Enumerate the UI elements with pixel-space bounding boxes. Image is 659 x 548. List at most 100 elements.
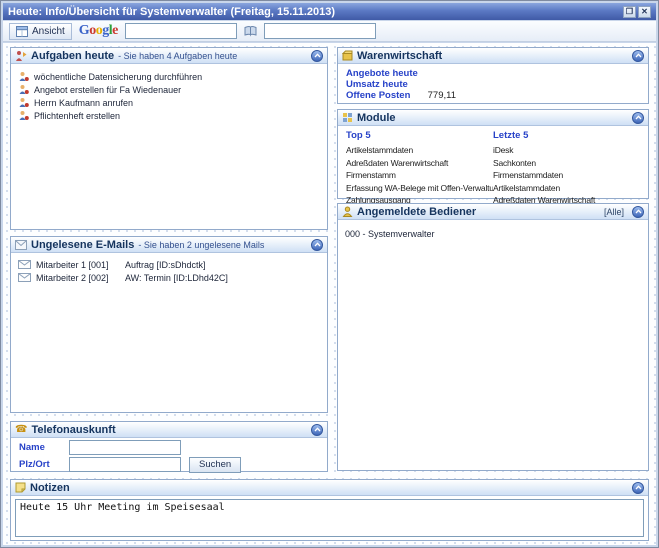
collapse-button[interactable]: [632, 482, 644, 494]
waren-link[interactable]: Offene Posten: [346, 90, 410, 101]
panel-title: Aufgaben heute: [31, 50, 114, 62]
task-label: Angebot erstellen für Fa Wiedenauer: [34, 85, 181, 95]
user-icon: [342, 206, 353, 217]
panel-module: Module Top 5 Letzte 5 Artikelstammdaten …: [337, 109, 649, 199]
close-button[interactable]: ✕: [638, 6, 651, 18]
task-label: Herrn Kaufmann anrufen: [34, 98, 133, 108]
letzte5-header: Letzte 5: [493, 130, 528, 141]
email-subject: Auftrag [ID:sDhdctk]: [125, 260, 206, 270]
email-sender: Mitarbeiter 1 [001]: [36, 260, 120, 270]
panel-title: Notizen: [30, 482, 70, 494]
plz-input[interactable]: [69, 457, 181, 472]
task-item[interactable]: Herrn Kaufmann anrufen: [11, 96, 327, 109]
panel-emails: Ungelesene E-Mails - Sie haben 2 ungeles…: [10, 236, 328, 413]
suchen-button[interactable]: Suchen: [189, 457, 241, 473]
title-bar: Heute: Info/Übersicht für Systemverwalte…: [3, 3, 656, 20]
toolbar: Ansicht Google: [3, 21, 656, 42]
chevron-up-icon: [314, 427, 321, 432]
waren-list: Angebote heute Umsatz heute Offene Poste…: [338, 64, 648, 101]
panel-telefon-header: ☎ Telefonauskunft: [11, 422, 327, 438]
waren-link[interactable]: Angebote heute: [346, 68, 418, 79]
chevron-up-icon: [314, 53, 321, 58]
panel-waren-header: Warenwirtschaft: [338, 48, 648, 64]
task-label: Pflichtenheft erstellen: [34, 111, 120, 121]
panel-title: Ungelesene E-Mails: [31, 239, 134, 251]
panel-aufgaben: Aufgaben heute - Sie haben 4 Aufgaben he…: [10, 47, 328, 230]
bediener-label: 000 - Systemverwalter: [345, 229, 435, 239]
google-logo: Google: [79, 23, 118, 39]
collapse-button[interactable]: [311, 239, 323, 251]
modules-icon: [342, 112, 353, 123]
notizen-textarea[interactable]: Heute 15 Uhr Meeting im Speisesaal: [15, 499, 644, 537]
collapse-button[interactable]: [311, 50, 323, 62]
panel-notizen-header: Notizen: [11, 480, 648, 496]
secondary-search-input[interactable]: [264, 23, 376, 39]
module-last-item[interactable]: Artikelstammdaten: [493, 183, 560, 196]
chevron-up-icon: [635, 485, 642, 490]
task-item[interactable]: Angebot erstellen für Fa Wiedenauer: [11, 83, 327, 96]
module-row: Erfassung WA-Belege mit Offen-Verwaltung…: [346, 183, 644, 196]
bediener-list: 000 - Systemverwalter: [338, 220, 648, 240]
collapse-button[interactable]: [311, 424, 323, 436]
waren-item: Umsatz heute: [346, 79, 640, 90]
chevron-up-icon: [635, 53, 642, 58]
task-item[interactable]: wöchentliche Datensicherung durchführen: [11, 70, 327, 83]
panel-emails-header: Ungelesene E-Mails - Sie haben 2 ungeles…: [11, 237, 327, 253]
waren-value: 779,11: [406, 90, 456, 101]
goods-icon: [342, 50, 353, 61]
email-sender: Mitarbeiter 2 [002]: [36, 273, 120, 283]
collapse-button[interactable]: [632, 112, 644, 124]
task-item[interactable]: Pflichtenheft erstellen: [11, 109, 327, 122]
view-icon: [16, 26, 28, 37]
email-list: Mitarbeiter 1 [001] Auftrag [ID:sDhdctk]…: [11, 253, 327, 284]
email-item[interactable]: Mitarbeiter 2 [002] AW: Termin [ID:LDhd4…: [11, 271, 327, 284]
dashboard: Aufgaben heute - Sie haben 4 Aufgaben he…: [3, 43, 656, 545]
panel-title: Warenwirtschaft: [357, 50, 442, 62]
module-last-item[interactable]: Firmenstammdaten: [493, 170, 563, 183]
restore-button[interactable]: ❐: [623, 6, 636, 18]
chevron-up-icon: [635, 115, 642, 120]
name-input[interactable]: [69, 440, 181, 455]
panel-subtitle: - Sie haben 2 ungelesene Mails: [138, 239, 264, 250]
module-row: Adreßdaten Warenwirtschaft Sachkonten: [346, 158, 644, 171]
collapse-button[interactable]: [632, 50, 644, 62]
module-last-item[interactable]: Sachkonten: [493, 158, 536, 171]
chevron-up-icon: [635, 209, 642, 214]
waren-item: Offene Posten 779,11: [346, 90, 640, 101]
task-list: wöchentliche Datensicherung durchführen …: [11, 64, 327, 122]
bediener-item[interactable]: 000 - Systemverwalter: [338, 227, 648, 240]
panel-warenwirtschaft: Warenwirtschaft Angebote heute Umsatz he…: [337, 47, 649, 104]
task-icon: [18, 84, 29, 95]
module-top-item[interactable]: Erfassung WA-Belege mit Offen-Verwaltung: [346, 183, 493, 196]
collapse-button[interactable]: [632, 206, 644, 218]
alle-link[interactable]: [Alle]: [604, 207, 624, 217]
google-search-input[interactable]: [125, 23, 237, 39]
task-icon: [18, 110, 29, 121]
ansicht-button[interactable]: Ansicht: [9, 23, 72, 40]
email-subject: AW: Termin [ID:LDhd42C]: [125, 273, 228, 283]
panel-notizen: Notizen Heute 15 Uhr Meeting im Speisesa…: [10, 479, 649, 541]
envelope-icon: [18, 273, 31, 282]
chevron-up-icon: [314, 242, 321, 247]
panel-module-header: Module: [338, 110, 648, 126]
module-row: Artikelstammdaten iDesk: [346, 145, 644, 158]
window-title: Heute: Info/Übersicht für Systemverwalte…: [8, 6, 335, 18]
module-top-item[interactable]: Adreßdaten Warenwirtschaft: [346, 158, 493, 171]
task-label: wöchentliche Datensicherung durchführen: [34, 72, 202, 82]
telefon-form: Name Plz/Ort Suchen: [11, 438, 327, 473]
module-top-item[interactable]: Artikelstammdaten: [346, 145, 493, 158]
module-top-item[interactable]: Firmenstamm: [346, 170, 493, 183]
waren-link[interactable]: Umsatz heute: [346, 79, 408, 90]
app-window: Heute: Info/Übersicht für Systemverwalte…: [0, 0, 659, 548]
module-last-item[interactable]: iDesk: [493, 145, 513, 158]
module-table: Top 5 Letzte 5 Artikelstammdaten iDesk A…: [338, 126, 648, 208]
panel-telefon: ☎ Telefonauskunft Name Plz/Ort Suchen: [10, 421, 328, 472]
email-item[interactable]: Mitarbeiter 1 [001] Auftrag [ID:sDhdctk]: [11, 258, 327, 271]
panel-bediener-header: Angemeldete Bediener [Alle]: [338, 204, 648, 220]
panel-bediener: Angemeldete Bediener [Alle] 000 - System…: [337, 203, 649, 471]
plz-row: Plz/Ort Suchen: [11, 456, 327, 473]
tasks-icon: [15, 50, 27, 62]
note-icon: [15, 482, 26, 493]
module-row: Firmenstamm Firmenstammdaten: [346, 170, 644, 183]
book-icon: [244, 25, 257, 37]
